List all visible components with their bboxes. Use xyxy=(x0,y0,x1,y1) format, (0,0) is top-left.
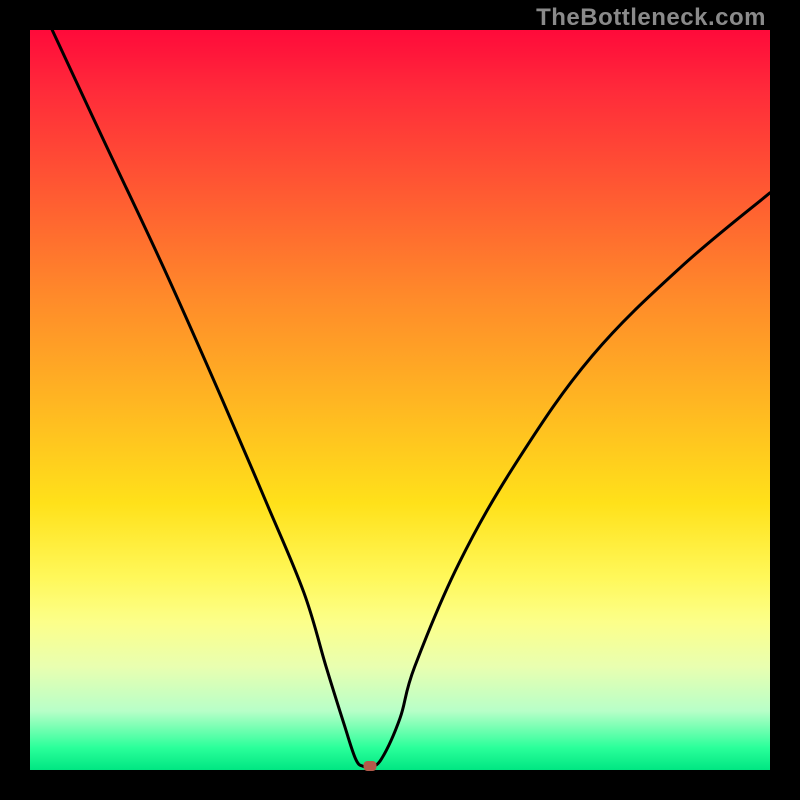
chart-frame: TheBottleneck.com xyxy=(0,0,800,800)
curve-svg xyxy=(30,30,770,770)
bottleneck-curve xyxy=(52,30,770,767)
optimum-marker xyxy=(364,761,377,771)
watermark-text: TheBottleneck.com xyxy=(536,4,766,32)
plot-area xyxy=(30,30,770,770)
